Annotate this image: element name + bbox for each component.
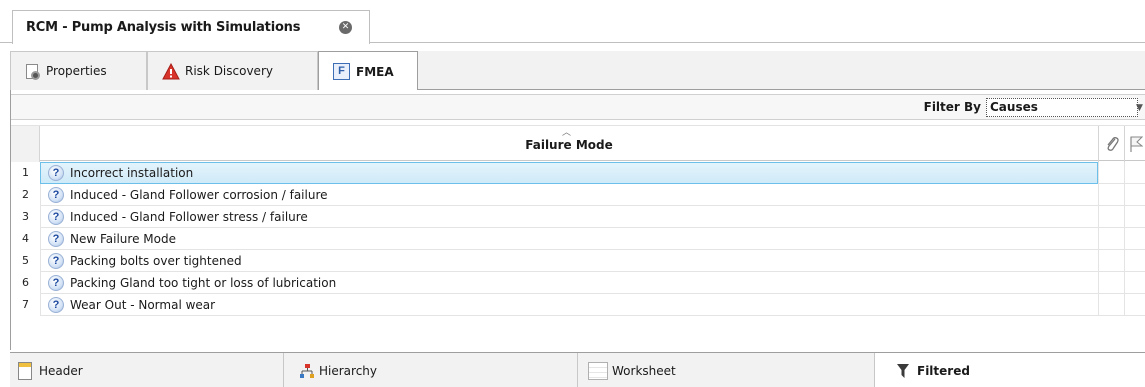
flag-cell[interactable] — [1124, 184, 1145, 206]
question-icon: ? — [48, 297, 64, 313]
question-icon: ? — [48, 231, 64, 247]
attachment-cell[interactable] — [1098, 272, 1124, 294]
warning-icon — [162, 62, 180, 79]
filter-bar: Filter By Causes ▼ — [11, 94, 1145, 120]
failure-mode-text: Induced - Gland Follower corrosion / fai… — [70, 188, 328, 202]
row-number: 5 — [11, 250, 40, 272]
failure-mode-text: Packing Gland too tight or loss of lubri… — [70, 276, 337, 290]
flag-icon — [1129, 136, 1143, 152]
tab-risk-discovery[interactable]: Risk Discovery — [147, 51, 318, 90]
failure-mode-rows: 1 ? Incorrect installation 2 ? Induced -… — [11, 162, 1145, 316]
fmea-icon: F — [333, 63, 350, 80]
flag-cell[interactable] — [1124, 228, 1145, 250]
tab-risk-discovery-label: Risk Discovery — [185, 64, 273, 78]
question-icon: ? — [48, 165, 64, 181]
failure-mode-cell[interactable]: ? Packing bolts over tightened — [40, 250, 1098, 272]
table-row[interactable]: 1 ? Incorrect installation — [11, 162, 1145, 184]
row-number: 3 — [11, 206, 40, 228]
row-number: 7 — [11, 294, 40, 316]
attachment-cell[interactable] — [1098, 294, 1124, 316]
failure-mode-text: Wear Out - Normal wear — [70, 298, 216, 312]
question-icon: ? — [48, 253, 64, 269]
flag-cell[interactable] — [1124, 250, 1145, 272]
tab-fmea-label: FMEA — [356, 64, 394, 79]
tab-filtered-label: Filtered — [917, 363, 970, 378]
tab-worksheet[interactable]: Worksheet — [578, 353, 875, 387]
question-icon: ? — [48, 187, 64, 203]
table-row[interactable]: 2 ? Induced - Gland Follower corrosion /… — [11, 184, 1145, 206]
failure-mode-text: Incorrect installation — [70, 166, 194, 180]
failure-mode-cell[interactable]: ? Incorrect installation — [40, 162, 1098, 184]
failure-mode-text: Induced - Gland Follower stress / failur… — [70, 210, 308, 224]
document-tab-title: RCM - Pump Analysis with Simulations — [26, 20, 301, 35]
sort-indicator-icon: ︿ — [562, 128, 572, 138]
analysis-tabbar: Properties Risk Discovery F FMEA — [10, 51, 1145, 91]
failure-mode-cell[interactable]: ? Packing Gland too tight or loss of lub… — [40, 272, 1098, 294]
close-icon[interactable]: ✕ — [339, 21, 352, 34]
failure-mode-text: Packing bolts over tightened — [70, 254, 242, 268]
table-row[interactable]: 7 ? Wear Out - Normal wear — [11, 294, 1145, 316]
tab-header[interactable]: Header — [10, 353, 284, 387]
flag-cell[interactable] — [1124, 294, 1145, 316]
row-number: 2 — [11, 184, 40, 206]
row-number: 6 — [11, 272, 40, 294]
flag-cell[interactable] — [1124, 206, 1145, 228]
failure-mode-cell[interactable]: ? Induced - Gland Follower corrosion / f… — [40, 184, 1098, 206]
fmea-panel: Filter By Causes ▼ ︿ Failure Mode 1 ? In… — [10, 90, 1145, 350]
attachment-cell[interactable] — [1098, 228, 1124, 250]
filter-label: Filter By — [923, 100, 981, 114]
grid-header: ︿ Failure Mode — [11, 125, 1145, 162]
failure-mode-cell[interactable]: ? Wear Out - Normal wear — [40, 294, 1098, 316]
attachment-cell[interactable] — [1098, 250, 1124, 272]
failure-mode-text: New Failure Mode — [70, 232, 176, 246]
worksheet-icon — [588, 361, 608, 380]
question-icon: ? — [48, 275, 64, 291]
flag-cell[interactable] — [1124, 272, 1145, 294]
attachment-cell[interactable] — [1098, 206, 1124, 228]
question-icon: ? — [48, 209, 64, 225]
hierarchy-icon — [300, 363, 314, 378]
header-icon — [18, 361, 32, 380]
tab-filtered[interactable]: Filtered — [875, 353, 1145, 387]
properties-icon — [25, 63, 42, 80]
paperclip-icon — [1106, 137, 1119, 151]
failure-mode-column-header[interactable]: Failure Mode — [11, 138, 1097, 152]
tab-properties[interactable]: Properties — [10, 51, 147, 90]
tab-hierarchy[interactable]: Hierarchy — [284, 353, 578, 387]
view-tabbar: Header Hierarchy Worksheet Filtered — [10, 352, 1145, 387]
table-row[interactable]: 4 ? New Failure Mode — [11, 228, 1145, 250]
row-number: 4 — [11, 228, 40, 250]
failure-mode-cell[interactable]: ? Induced - Gland Follower stress / fail… — [40, 206, 1098, 228]
tab-header-label: Header — [39, 363, 83, 378]
filter-select[interactable]: Causes — [986, 98, 1138, 117]
document-tabbar: RCM - Pump Analysis with Simulations ✕ — [0, 0, 1145, 44]
table-row[interactable]: 3 ? Induced - Gland Follower stress / fa… — [11, 206, 1145, 228]
attachment-cell[interactable] — [1098, 184, 1124, 206]
flag-column-header[interactable] — [1124, 126, 1145, 162]
table-row[interactable]: 6 ? Packing Gland too tight or loss of l… — [11, 272, 1145, 294]
tab-properties-label: Properties — [46, 64, 107, 78]
tab-fmea[interactable]: F FMEA — [318, 51, 418, 91]
flag-cell[interactable] — [1124, 162, 1145, 184]
document-tab[interactable]: RCM - Pump Analysis with Simulations ✕ — [12, 10, 370, 44]
filter-icon — [897, 363, 909, 378]
chevron-down-icon[interactable]: ▼ — [1136, 103, 1143, 113]
tab-hierarchy-label: Hierarchy — [319, 363, 378, 378]
row-number: 1 — [11, 162, 40, 184]
tab-worksheet-label: Worksheet — [612, 363, 676, 378]
attachment-column-header[interactable] — [1098, 126, 1124, 162]
attachment-cell[interactable] — [1098, 162, 1124, 184]
failure-mode-cell[interactable]: ? New Failure Mode — [40, 228, 1098, 250]
table-row[interactable]: 5 ? Packing bolts over tightened — [11, 250, 1145, 272]
